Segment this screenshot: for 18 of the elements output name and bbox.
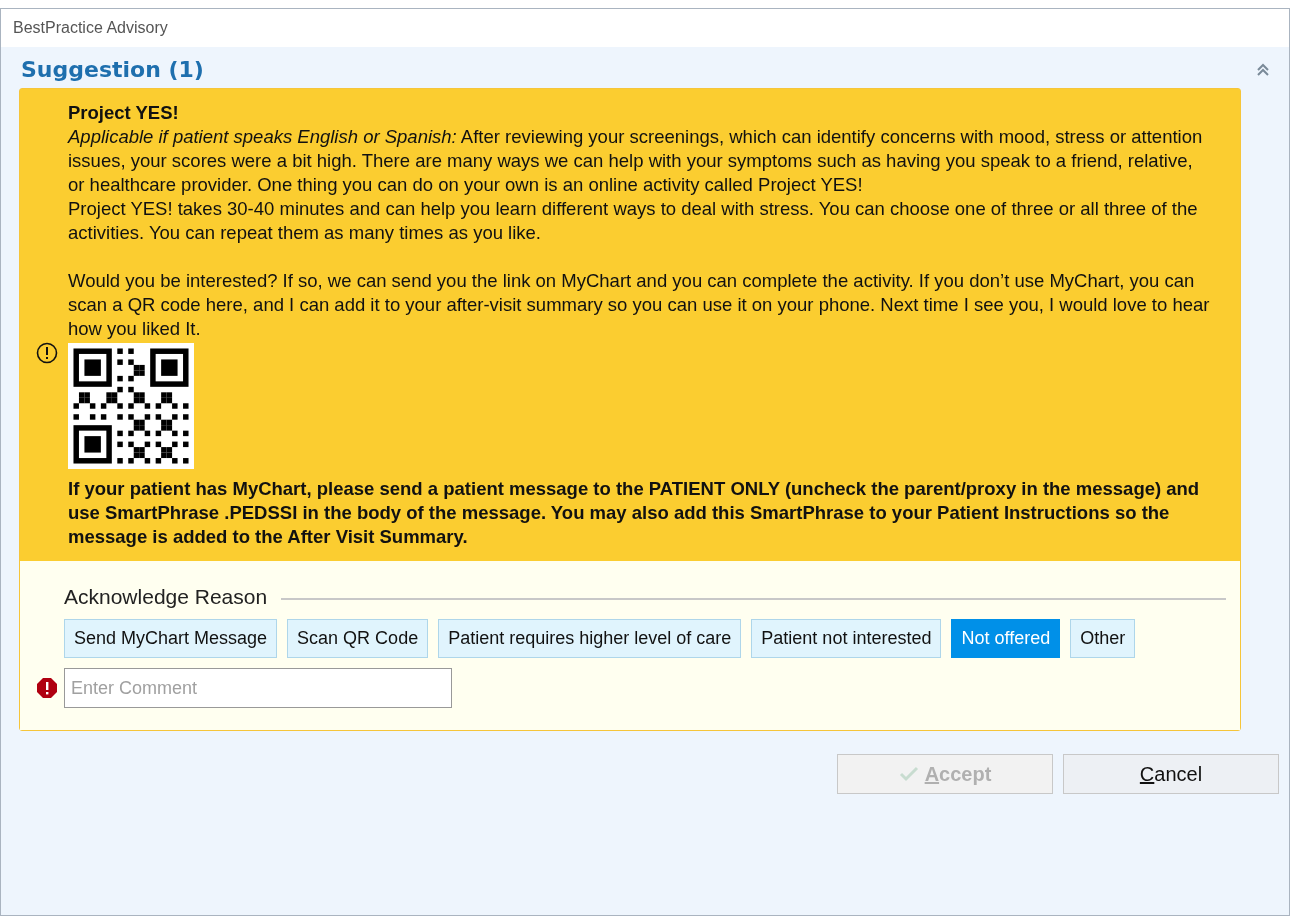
advisory-text: Would you be interested? If so, we can send you the link on MyChart and you can complete the activity. If you don’t use MyChart, you can scan a QR code here, and I can add it to your after-visit summary so you can use it on your phone. Next time I see you, I would love to hear how you liked It. bbox=[68, 269, 1211, 341]
reason-button[interactable]: Patient not interested bbox=[751, 619, 942, 658]
section-title: Suggestion (1) bbox=[21, 57, 204, 82]
collapse-icon[interactable] bbox=[1255, 61, 1271, 78]
warning-icon bbox=[36, 342, 58, 364]
advisory-text: Applicable if patient speaks English or Spanish: After reviewing your screenings, which can identify concerns with mood, stress or attention issues, your scores were a bit high. There are many ways we can help with your symptoms such as having you speak to a friend, relative, or healthcare provider. One thing you can do on your own is an online activity called Project YES! bbox=[68, 125, 1204, 197]
comment-field[interactable]: Enter Comment bbox=[64, 668, 452, 708]
reason-button[interactable]: Patient requires higher level of care bbox=[438, 619, 742, 658]
window-title: BestPractice Advisory bbox=[13, 19, 168, 37]
advisory-text: Project YES! takes 30-40 minutes and can help you learn different ways to deal with stress. You can choose one of three or all three of the activities. You can repeat them as many times as you like. bbox=[68, 197, 1199, 245]
instructions-text: If your patient has MyChart, please send a patient message to the PATIENT ONLY (uncheck the parent/proxy in the message) and use SmartPhrase .PEDSSI in the body of the message. You may also add this SmartPhrase to your Patient Instructions so the message is added to the After Visit Summary. bbox=[68, 477, 1201, 549]
reason-button[interactable]: Send MyChart Message bbox=[64, 619, 278, 658]
advisory-title: Project YES! bbox=[68, 101, 180, 125]
checkmark-icon bbox=[898, 766, 919, 782]
reason-button[interactable]: Other bbox=[1070, 619, 1136, 658]
cancel-button[interactable]: Cancel bbox=[1063, 754, 1279, 794]
reason-button[interactable]: Scan QR Code bbox=[287, 619, 429, 658]
acknowledge-label: Acknowledge Reason bbox=[64, 585, 268, 609]
